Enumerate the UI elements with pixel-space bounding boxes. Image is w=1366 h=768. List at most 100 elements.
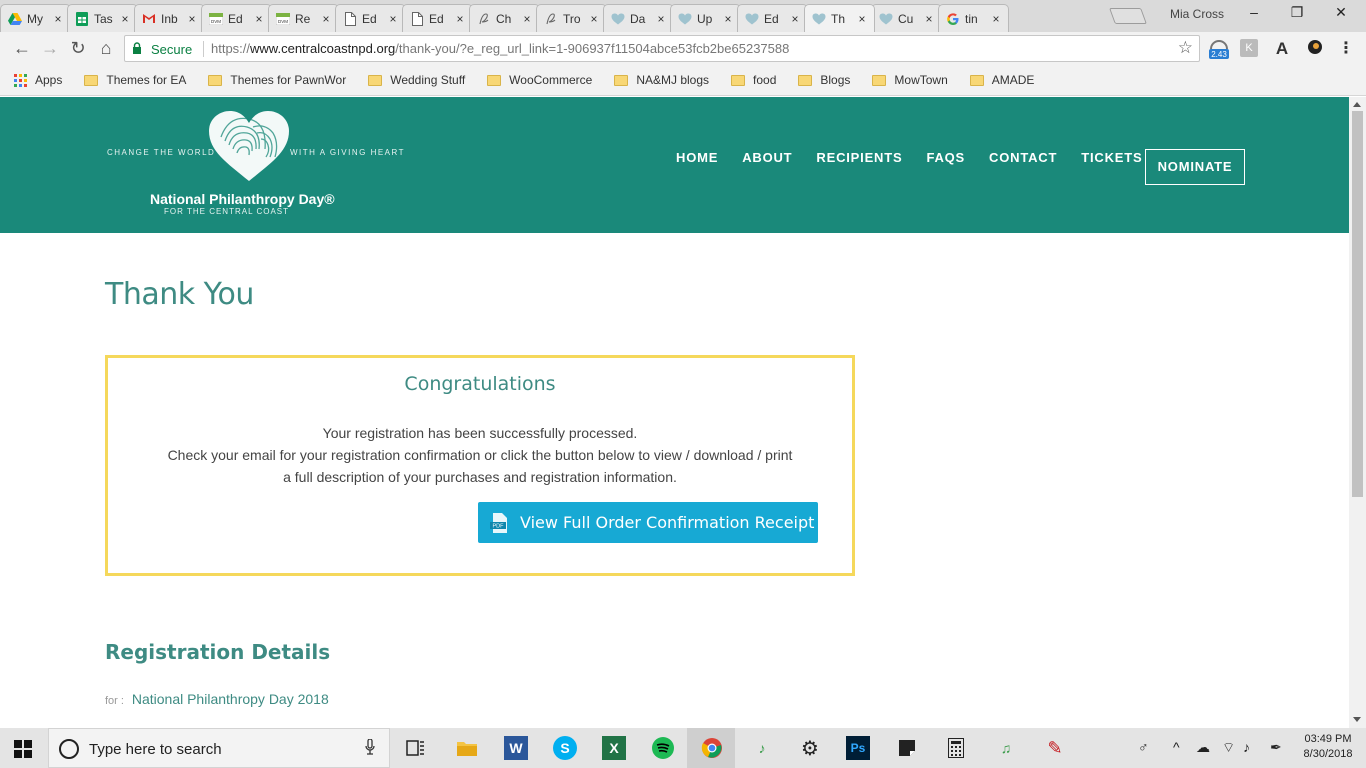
maximize-button[interactable]: ❐: [1287, 4, 1307, 21]
event-name[interactable]: National Philanthropy Day 2018: [132, 691, 329, 707]
cortana-icon: [59, 739, 79, 759]
bookmark-folder[interactable]: food: [731, 73, 776, 87]
tab-close-icon[interactable]: ×: [655, 12, 667, 26]
word-icon[interactable]: W: [504, 736, 528, 760]
tab-close-icon[interactable]: ×: [856, 12, 868, 26]
bookmark-apps[interactable]: Apps: [14, 73, 62, 87]
home-button[interactable]: ⌂: [94, 37, 118, 59]
chrome-icon[interactable]: [700, 736, 724, 760]
volume-icon[interactable]: ♪: [1243, 739, 1250, 755]
pen-icon[interactable]: ✒: [1270, 739, 1282, 756]
tab-close-icon[interactable]: ×: [588, 12, 600, 26]
extension-badge-icon[interactable]: 2.43: [1207, 37, 1231, 59]
scroll-up-icon[interactable]: [1353, 102, 1361, 107]
scroll-thumb[interactable]: [1352, 111, 1363, 497]
chrome-menu-icon[interactable]: ⋮: [1336, 39, 1356, 59]
browser-tab[interactable]: DVM Ed ×: [201, 4, 272, 32]
close-window-button[interactable]: ✕: [1331, 4, 1351, 21]
app-bird-icon[interactable]: ♪: [750, 736, 774, 760]
browser-tab[interactable]: Tas ×: [67, 4, 138, 32]
photoshop-icon[interactable]: Ps: [846, 736, 870, 760]
excel-icon[interactable]: X: [602, 736, 626, 760]
tab-close-icon[interactable]: ×: [52, 12, 64, 26]
forward-button[interactable]: →: [38, 37, 62, 59]
browser-tab[interactable]: Ed ×: [335, 4, 406, 32]
acrobat-icon[interactable]: ✎: [1043, 736, 1067, 760]
bookmark-star-icon[interactable]: ☆: [1178, 38, 1193, 58]
bookmark-folder[interactable]: Wedding Stuff: [368, 73, 465, 87]
settings-gear-icon[interactable]: ⚙: [798, 736, 822, 760]
tab-close-icon[interactable]: ×: [186, 12, 198, 26]
tab-close-icon[interactable]: ×: [454, 12, 466, 26]
browser-tab[interactable]: Ed ×: [402, 4, 473, 32]
bookmark-folder[interactable]: Themes for PawnWor: [208, 73, 346, 87]
minimize-button[interactable]: –: [1244, 4, 1264, 20]
extension-circle-icon[interactable]: [1305, 39, 1325, 59]
file-explorer-icon[interactable]: [455, 736, 479, 760]
nav-link-faqs[interactable]: FAQS: [926, 150, 965, 165]
bookmark-folder[interactable]: AMADE: [969, 73, 1034, 87]
browser-tab[interactable]: Th ×: [804, 4, 875, 32]
bookmark-folder[interactable]: Blogs: [798, 73, 850, 87]
cursive-icon: [476, 11, 492, 27]
nav-link-about[interactable]: ABOUT: [742, 150, 792, 165]
tray-chevron-icon[interactable]: ^: [1173, 739, 1180, 755]
tab-close-icon[interactable]: ×: [923, 12, 935, 26]
tab-close-icon[interactable]: ×: [990, 12, 1002, 26]
spotify-icon[interactable]: [651, 736, 675, 760]
scroll-down-icon[interactable]: [1353, 717, 1361, 722]
logo-tagline-left: CHANGE THE WORLD: [107, 148, 216, 157]
tab-close-icon[interactable]: ×: [253, 12, 265, 26]
app-parrot-icon[interactable]: ♫: [994, 736, 1018, 760]
google-drive-icon: [7, 11, 23, 27]
bookmark-folder[interactable]: MowTown: [872, 73, 948, 87]
nav-link-contact[interactable]: CONTACT: [989, 150, 1057, 165]
tab-close-icon[interactable]: ×: [722, 12, 734, 26]
url-text[interactable]: https://www.centralcoastnpd.org/thank-yo…: [211, 41, 789, 56]
calculator-icon[interactable]: [944, 736, 968, 760]
browser-tab[interactable]: Inb ×: [134, 4, 205, 32]
tab-close-icon[interactable]: ×: [521, 12, 533, 26]
wifi-icon[interactable]: ⌔: [1222, 739, 1235, 757]
windows-start-icon[interactable]: [14, 740, 32, 758]
profile-name[interactable]: Mia Cross: [1170, 7, 1224, 21]
task-view-icon[interactable]: [404, 736, 428, 760]
browser-tab[interactable]: DVM Re ×: [268, 4, 339, 32]
browser-tab[interactable]: Cu ×: [871, 4, 942, 32]
extension-translate-icon[interactable]: K: [1240, 39, 1258, 57]
view-receipt-button[interactable]: PDF View Full Order Confirmation Receipt: [478, 502, 818, 543]
nav-link-home[interactable]: HOME: [676, 150, 718, 165]
reload-button[interactable]: ↻: [66, 37, 90, 59]
browser-tab[interactable]: Up ×: [670, 4, 741, 32]
people-icon[interactable]: ♂: [1138, 739, 1149, 755]
site-logo[interactable]: CHANGE THE WORLD WITH A GIVING HEART Nat…: [107, 111, 407, 221]
taskbar-search[interactable]: Type here to search: [48, 728, 390, 768]
bookmark-folder[interactable]: NA&MJ blogs: [614, 73, 709, 87]
tab-close-icon[interactable]: ×: [387, 12, 399, 26]
bookmark-folder[interactable]: Themes for EA: [84, 73, 186, 87]
tab-close-icon[interactable]: ×: [320, 12, 332, 26]
browser-tab[interactable]: Tro ×: [536, 4, 607, 32]
microphone-icon[interactable]: [365, 738, 375, 759]
nav-link-tickets[interactable]: TICKETS: [1081, 150, 1142, 165]
tab-close-icon[interactable]: ×: [789, 12, 801, 26]
browser-tab[interactable]: Da ×: [603, 4, 674, 32]
extension-font-icon[interactable]: A: [1272, 39, 1292, 59]
browser-tab[interactable]: Ed ×: [737, 4, 808, 32]
address-bar[interactable]: Secure https://www.centralcoastnpd.org/t…: [124, 35, 1200, 62]
new-tab-button[interactable]: [1109, 8, 1147, 24]
system-clock[interactable]: 03:49 PM 8/30/2018: [1298, 732, 1358, 762]
sticky-notes-icon[interactable]: [895, 736, 919, 760]
page-scrollbar[interactable]: [1349, 97, 1366, 728]
tab-close-icon[interactable]: ×: [119, 12, 131, 26]
nominate-button[interactable]: NOMINATE: [1145, 149, 1245, 185]
onedrive-cloud-icon[interactable]: ☁: [1196, 739, 1210, 756]
browser-tab[interactable]: Ch ×: [469, 4, 540, 32]
skype-icon[interactable]: S: [553, 736, 577, 760]
browser-tab[interactable]: My ×: [0, 4, 71, 32]
bookmark-folder[interactable]: WooCommerce: [487, 73, 592, 87]
nav-link-recipients[interactable]: RECIPIENTS: [816, 150, 902, 165]
browser-tab[interactable]: tin ×: [938, 4, 1009, 32]
back-button[interactable]: ←: [10, 37, 34, 59]
congratulations-box: Congratulations Your registration has be…: [105, 355, 855, 576]
